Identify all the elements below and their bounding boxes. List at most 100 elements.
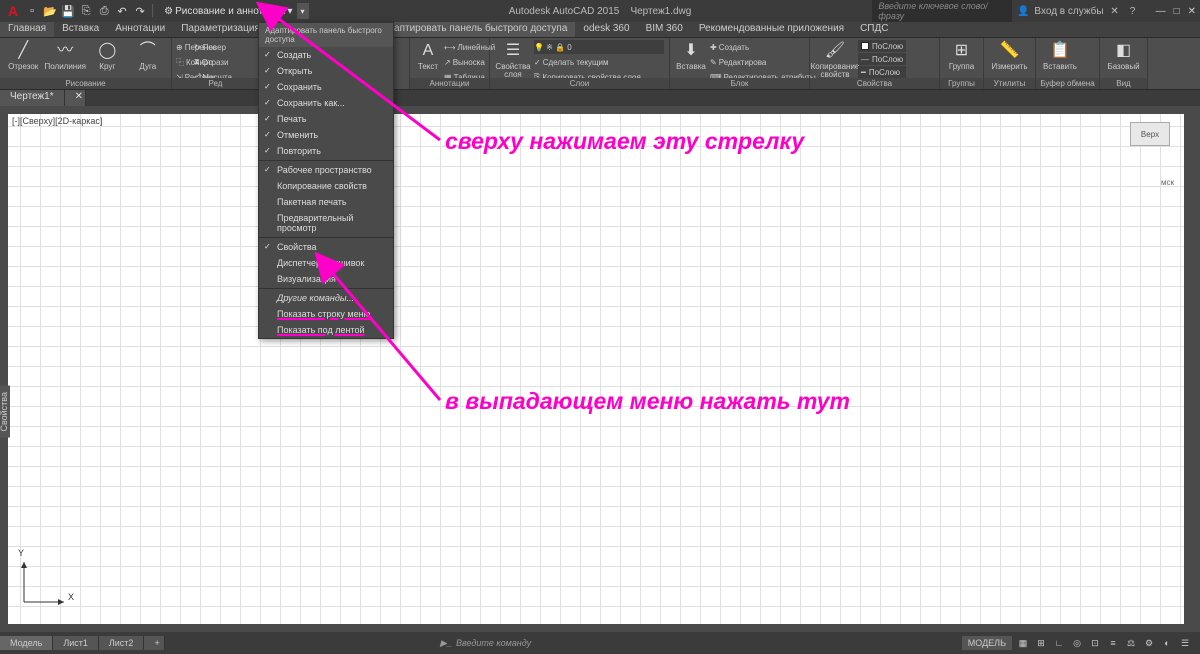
annotation-scale-icon[interactable]: ⚖ — [1124, 636, 1138, 650]
help-icon[interactable]: ? — [1126, 4, 1140, 18]
menu-item[interactable]: Пакетная печать — [259, 194, 393, 210]
customize-status-icon[interactable]: ☰ — [1178, 636, 1192, 650]
print-icon[interactable]: ⎙ — [96, 3, 112, 19]
menu-item[interactable]: Сохранить как... — [259, 95, 393, 111]
workspace-switch-icon[interactable]: ⚙ — [1142, 636, 1156, 650]
line-button[interactable]: ╱Отрезок — [4, 40, 43, 71]
menu-item[interactable]: Печать — [259, 111, 393, 127]
menu-item[interactable]: Показать под лентой — [259, 322, 393, 338]
save-icon[interactable]: 💾 — [60, 3, 76, 19]
model-space-button[interactable]: МОДЕЛЬ — [962, 636, 1012, 650]
wcs-label[interactable]: мск — [1161, 178, 1174, 187]
match-props-button[interactable]: 🖌Копирование свойств — [814, 40, 856, 79]
viewport-controls[interactable]: [-][Сверху][2D-каркас] — [12, 116, 102, 126]
mirror-button[interactable]: ⧗ Отрази — [194, 55, 210, 69]
navigation-cube[interactable]: Верх — [1130, 122, 1178, 158]
menu-item[interactable]: Предварительный просмотр — [259, 210, 393, 236]
menu-item[interactable]: Создать — [259, 47, 393, 63]
redo-icon[interactable]: ↷ — [132, 3, 148, 19]
tab-spds[interactable]: СПДС — [852, 22, 896, 37]
search-input[interactable]: Введите ключевое слово/фразу — [872, 0, 1012, 22]
menu-item[interactable]: Свойства — [259, 239, 393, 255]
menu-item[interactable]: Диспетчер подшивок — [259, 255, 393, 271]
saveas-icon[interactable]: ⎘ — [78, 3, 94, 19]
text-button[interactable]: AТекст — [414, 40, 442, 71]
make-current-button[interactable]: ✓ Сделать текущим — [534, 55, 550, 69]
command-line[interactable]: ▶_ Введите команду — [440, 638, 531, 649]
move-button[interactable]: ⊕ Перенес — [176, 40, 192, 54]
snap-toggle-icon[interactable]: ⊞ — [1034, 636, 1048, 650]
signin-icon[interactable]: 👤 — [1016, 4, 1030, 18]
paste-button[interactable]: 📋Вставить — [1040, 40, 1080, 71]
layer-props-button[interactable]: ☰Свойства слоя — [494, 40, 532, 79]
lineweight-toggle-icon[interactable]: ≡ — [1106, 636, 1120, 650]
layout-tab-model[interactable]: Модель — [0, 636, 53, 650]
panel-label: Аннотации — [410, 78, 489, 89]
panel-groups: ⊞Группа Группы — [940, 38, 984, 89]
grid-toggle-icon[interactable]: ▦ — [1016, 636, 1030, 650]
minimize-icon[interactable]: — — [1156, 6, 1166, 17]
document-tab[interactable]: Чертеж1* — [0, 90, 65, 106]
tab-a360[interactable]: odesk 360 — [575, 22, 637, 37]
open-icon[interactable]: 📂 — [42, 3, 58, 19]
measure-button[interactable]: 📏Измерить — [988, 40, 1031, 71]
tab-home[interactable]: Главная — [0, 22, 54, 37]
tab-parametric[interactable]: Параметризация — [173, 22, 268, 37]
properties-palette-tab[interactable]: Свойства — [0, 386, 10, 438]
tab-featured[interactable]: Рекомендованные приложения — [691, 22, 852, 37]
polar-toggle-icon[interactable]: ◎ — [1070, 636, 1084, 650]
app-logo-icon[interactable]: A — [4, 3, 22, 19]
add-layout-button[interactable]: + — [144, 636, 165, 650]
drawing-canvas[interactable]: [-][Сверху][2D-каркас] Свойства Верх мск… — [0, 106, 1200, 632]
command-prompt: Введите команду — [456, 638, 531, 648]
signin-label[interactable]: Вход в службы — [1034, 6, 1103, 17]
menu-item[interactable]: Визуализация — [259, 271, 393, 287]
arc-button[interactable]: ⌒Дуга — [129, 40, 168, 71]
qat-dropdown-arrow[interactable]: ▾ — [297, 3, 309, 19]
ortho-toggle-icon[interactable]: ∟ — [1052, 636, 1066, 650]
layout-tab-sheet2[interactable]: Лист2 — [99, 636, 145, 650]
undo-icon[interactable]: ↶ — [114, 3, 130, 19]
linetype-dropdown[interactable]: ━ ПоСлою — [858, 66, 906, 78]
osnap-toggle-icon[interactable]: ⊡ — [1088, 636, 1102, 650]
color-dropdown[interactable]: ПоСлою — [858, 40, 906, 52]
menu-item[interactable]: Отменить — [259, 127, 393, 143]
label: Текст — [418, 63, 438, 71]
workspace-selector[interactable]: ⚙ Рисование и аннотации ▾ — [164, 6, 292, 17]
menu-item[interactable]: Рабочее пространство — [259, 162, 393, 178]
menu-separator — [259, 288, 393, 289]
new-doc-tab[interactable]: ✕ — [65, 90, 86, 106]
dim-linear-button[interactable]: ⟷ Линейный — [444, 40, 460, 54]
circle-button[interactable]: ◯Круг — [88, 40, 127, 71]
exchange-icon[interactable]: ✕ — [1108, 4, 1122, 18]
label: Круг — [99, 63, 115, 71]
tab-bim360[interactable]: BIM 360 — [638, 22, 691, 37]
layer-dropdown[interactable]: 💡 ※ 🔒 0 — [534, 40, 664, 54]
cube-face-top[interactable]: Верх — [1130, 122, 1170, 146]
polyline-button[interactable]: 〰Полилиния — [45, 40, 87, 71]
layout-tab-sheet1[interactable]: Лист1 — [53, 636, 99, 650]
menu-item[interactable]: Показать строку меню — [259, 306, 393, 322]
leader-button[interactable]: ↗ Выноска — [444, 55, 460, 69]
menu-item[interactable]: Сохранить — [259, 79, 393, 95]
copy-button[interactable]: ⿻ Копиро — [176, 55, 192, 69]
close-icon[interactable]: ✕ — [1188, 6, 1196, 17]
maximize-icon[interactable]: □ — [1174, 6, 1180, 17]
group-button[interactable]: ⊞Группа — [944, 40, 979, 71]
insert-block-button[interactable]: ⬇Вставка — [674, 40, 708, 71]
edit-block-button[interactable]: ✎ Редактирова — [710, 55, 726, 69]
lineweight-dropdown[interactable]: — ПоСлою — [858, 53, 906, 65]
panel-label: Буфер обмена — [1036, 78, 1099, 89]
new-icon[interactable]: ▫ — [24, 3, 40, 19]
menu-item[interactable]: Повторить — [259, 143, 393, 159]
rotate-button[interactable]: ↻ Повер — [194, 40, 210, 54]
menu-item[interactable]: Другие команды... — [259, 290, 393, 306]
isolate-icon[interactable]: ◐ — [1160, 636, 1174, 650]
menu-item[interactable]: Открыть — [259, 63, 393, 79]
base-view-button[interactable]: ◧Базовый — [1104, 40, 1143, 71]
create-block-button[interactable]: ✚ Создать — [710, 40, 726, 54]
tab-annotate[interactable]: Аннотации — [107, 22, 173, 37]
label: Группа — [949, 63, 974, 71]
tab-insert[interactable]: Вставка — [54, 22, 107, 37]
menu-item[interactable]: Копирование свойств — [259, 178, 393, 194]
